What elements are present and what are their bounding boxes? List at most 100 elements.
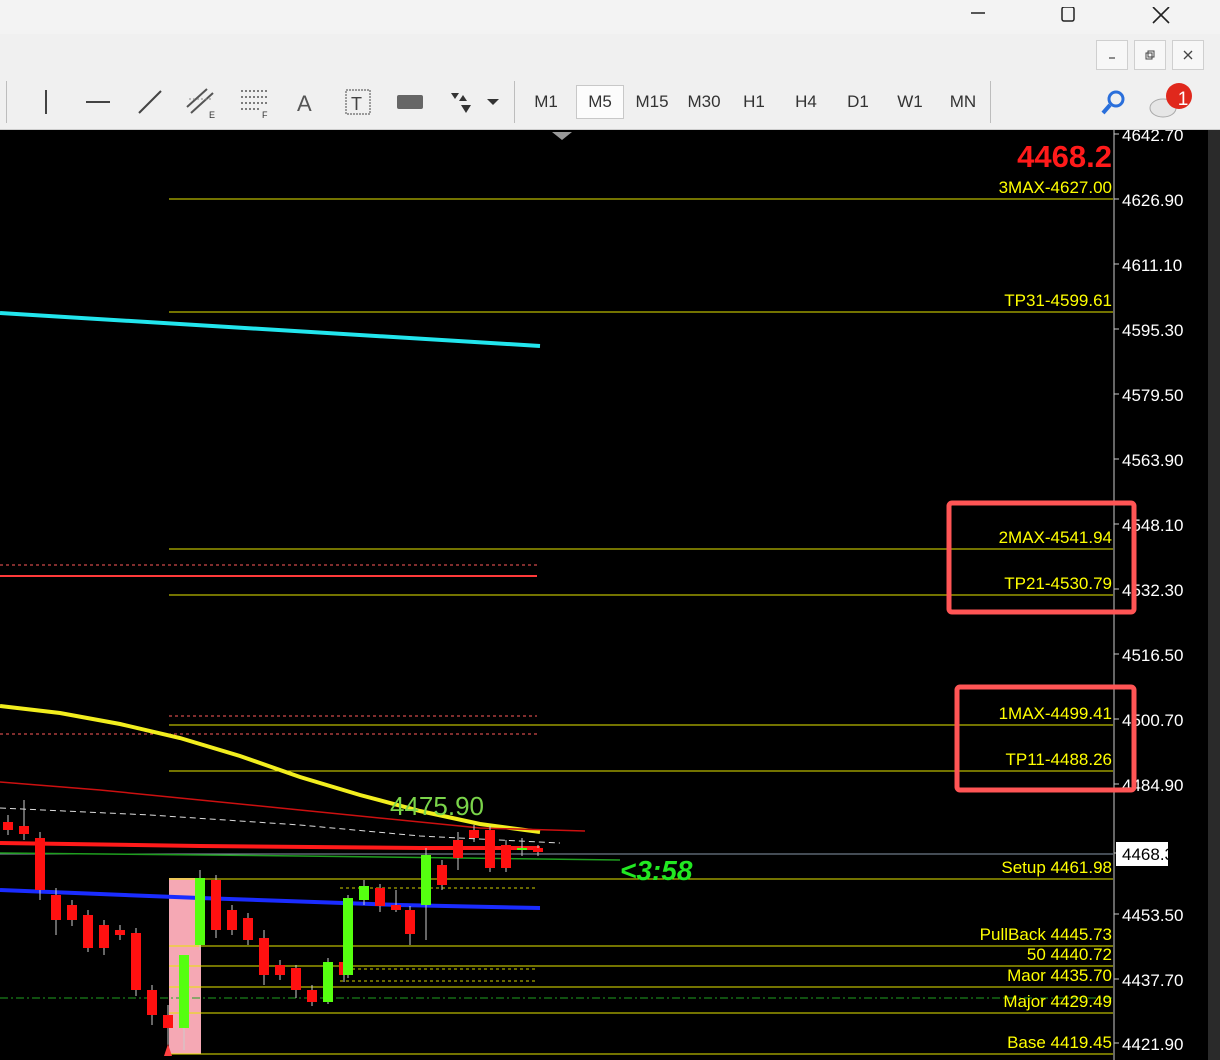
- rectangle-tool[interactable]: [392, 85, 428, 119]
- candle-body: [83, 915, 93, 948]
- price-tick-label: 4532.30: [1122, 581, 1183, 600]
- chart-minimize-button[interactable]: [1096, 40, 1128, 70]
- text-tool[interactable]: A: [288, 85, 324, 119]
- candle-body: [359, 886, 369, 900]
- candle-body: [405, 910, 415, 934]
- candle-body: [375, 888, 385, 906]
- candle-body: [485, 830, 495, 868]
- minimize-button[interactable]: [955, 0, 1001, 34]
- toolbar-separator: [514, 81, 515, 123]
- timeframe-m1-button[interactable]: M1: [522, 85, 570, 119]
- equidistant-channel-tool[interactable]: E: [184, 85, 220, 119]
- level-maor-label: Maor 4435.70: [1007, 966, 1112, 985]
- horizontal-line-tool[interactable]: [80, 85, 116, 119]
- fibonacci-icon: F: [241, 90, 268, 119]
- restore-icon: [1145, 50, 1155, 60]
- timeframe-m15-button[interactable]: M15: [628, 85, 676, 119]
- candle-body: [469, 830, 479, 838]
- text-label-icon: T: [345, 89, 371, 115]
- price-tick-label: 4500.70: [1122, 711, 1183, 730]
- level-3max-label: 3MAX-4627.00: [999, 178, 1112, 197]
- maximize-button[interactable]: [1045, 0, 1091, 34]
- horizontal-line-icon: [86, 101, 110, 103]
- price-tick-label: 4611.10: [1122, 256, 1182, 275]
- maximize-icon: [1061, 7, 1075, 22]
- level-tp11-label: TP11-4488.26: [1006, 750, 1112, 769]
- text-label-tool[interactable]: T: [340, 85, 376, 119]
- candle-body: [211, 880, 221, 930]
- candle-timer: <3:58: [620, 855, 693, 886]
- timeframe-h4-button[interactable]: H4: [784, 85, 828, 119]
- price-tick-label: 4595.30: [1122, 321, 1183, 340]
- close-icon: [1152, 7, 1170, 24]
- svg-text:A: A: [297, 91, 312, 116]
- candle-body: [437, 865, 447, 885]
- price-chart[interactable]: 3MAX-4627.00 TP31-4599.61 2MAX-4541.94 TP21…: [0, 130, 1220, 1060]
- price-tick-label: 4563.90: [1122, 451, 1183, 470]
- chevron-down-icon: [487, 99, 499, 105]
- search-button[interactable]: [1096, 85, 1132, 119]
- high-price-label: 4475.90: [390, 791, 484, 821]
- trendline-icon: [138, 90, 162, 114]
- current-price-display: 4468.2: [1017, 139, 1112, 174]
- chart-restore-button[interactable]: [1134, 40, 1166, 70]
- notifications-button[interactable]: 1: [1146, 83, 1200, 119]
- candle-body: [307, 990, 317, 1002]
- price-tick-label: 4626.90: [1122, 191, 1183, 210]
- candle-body: [533, 848, 543, 852]
- price-tick-label: 4516.50: [1122, 646, 1183, 665]
- fibonacci-tool[interactable]: F: [236, 85, 272, 119]
- price-tick-label: 4548.10: [1122, 516, 1183, 535]
- candle-body: [147, 990, 157, 1015]
- timeframe-m30-button[interactable]: M30: [680, 85, 728, 119]
- candle-body: [453, 840, 463, 858]
- candle-body: [67, 905, 77, 920]
- price-tick-label: 4642.70: [1122, 130, 1183, 145]
- candle-body: [501, 845, 511, 868]
- level-pullback-label: PullBack 4445.73: [980, 925, 1112, 944]
- arrows-dropdown[interactable]: [478, 85, 508, 119]
- price-tick-label: 4421.90: [1122, 1035, 1183, 1054]
- rectangle-icon: [397, 95, 423, 109]
- text-icon: A: [297, 91, 312, 116]
- candle-body: [163, 1015, 173, 1028]
- level-base-label: Base 4419.45: [1007, 1033, 1112, 1052]
- minimize-icon: [971, 12, 985, 14]
- candle-body: [421, 855, 431, 905]
- level-1max-label: 1MAX-4499.41: [999, 704, 1112, 723]
- timeframe-w1-button[interactable]: W1: [888, 85, 932, 119]
- trendline-tool[interactable]: [132, 85, 168, 119]
- toolbar-separator: [6, 81, 7, 123]
- drawing-toolbar: E F A T M1 M5 M15 M30 H1 H4 D1 W1 MN 1: [0, 75, 1220, 130]
- timeframe-h1-button[interactable]: H1: [732, 85, 776, 119]
- candle-body: [195, 878, 205, 945]
- timeframe-m5-button[interactable]: M5: [576, 85, 624, 119]
- level-50-label: 50 4440.72: [1027, 945, 1112, 964]
- equidistant-channel-icon: E: [186, 88, 215, 119]
- svg-text:E: E: [209, 110, 215, 119]
- candle-body: [99, 925, 109, 948]
- candle-body: [323, 962, 333, 1002]
- notification-badge: 1: [1177, 89, 1189, 110]
- vertical-scrollbar[interactable]: [1208, 130, 1220, 1060]
- close-button[interactable]: [1138, 0, 1184, 34]
- arrows-tool[interactable]: [444, 85, 480, 119]
- timeframe-d1-button[interactable]: D1: [836, 85, 880, 119]
- candle-body: [179, 955, 189, 1028]
- price-tick-label: 4579.50: [1122, 386, 1183, 405]
- level-tp31-label: TP31-4599.61: [1004, 291, 1112, 310]
- vertical-line-icon: [45, 90, 47, 114]
- vertical-line-tool[interactable]: [28, 85, 64, 119]
- search-icon: [1101, 90, 1125, 115]
- timeframe-mn-button[interactable]: MN: [940, 85, 986, 119]
- level-major-label: Major 4429.49: [1003, 992, 1112, 1011]
- candle-body: [51, 895, 61, 920]
- toolbar-separator: [990, 81, 991, 123]
- candle-body: [35, 838, 45, 890]
- candle-body: [259, 938, 269, 975]
- svg-text:F: F: [262, 110, 268, 119]
- current-price-tag: 4468.36: [1122, 845, 1183, 864]
- price-tick-label: 4437.70: [1122, 971, 1183, 990]
- chart-close-button[interactable]: [1172, 40, 1204, 70]
- candle-body: [243, 918, 253, 940]
